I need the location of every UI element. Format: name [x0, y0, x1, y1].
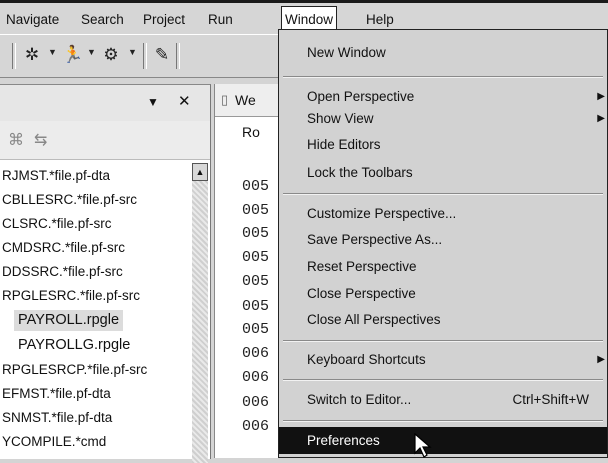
external-tools-icon[interactable]: ⚙ [101, 45, 121, 65]
column-header: Ro [242, 124, 260, 140]
run-icon[interactable]: 🏃 [62, 45, 83, 65]
toolbar: ✲ ▼ 🏃 ▼ ⚙ ▼ ✎ [0, 34, 280, 78]
menu-item-new-window[interactable]: New Window [279, 40, 607, 66]
tree-item[interactable]: CLSRC.*file.pf-src [2, 213, 112, 234]
menu-item-label: Close Perspective [307, 286, 416, 301]
mouse-cursor-icon [414, 433, 432, 458]
menu-item-label: New Window [307, 45, 386, 60]
tree-item[interactable]: PAYROLLG.rpgle [18, 335, 130, 356]
menu-item-label: Keyboard Shortcuts [307, 352, 426, 367]
line-number: 006 [242, 394, 270, 411]
line-number: 005 [242, 249, 270, 266]
menu-item-label: Customize Perspective... [307, 206, 457, 221]
toolbar-separator [12, 43, 16, 69]
tree-item[interactable]: EFMST.*file.pf-dta [2, 383, 111, 404]
menu-item-close-all-perspectives[interactable]: Close All Perspectives [279, 307, 607, 333]
file-icon: ▯ [221, 92, 229, 107]
toolbar-separator [176, 43, 180, 69]
menu-item-save-perspective-as[interactable]: Save Perspective As... [279, 227, 607, 253]
scroll-up-icon[interactable]: ▲ [192, 163, 208, 181]
link-with-editor-icon[interactable]: ⇆ [34, 130, 47, 150]
tree-item-selected[interactable]: PAYROLL.rpgle [14, 310, 124, 331]
toolbar-separator [143, 43, 147, 69]
line-number: 006 [242, 345, 270, 362]
menu-navigate[interactable]: Navigate [3, 7, 62, 33]
chevron-down-icon[interactable]: ▼ [87, 47, 96, 57]
tree-item[interactable]: CBLLESRC.*file.pf-src [2, 189, 137, 210]
menu-item-hide-editors[interactable]: Hide Editors [279, 132, 607, 158]
menu-item-customize-perspective[interactable]: Customize Perspective... [279, 201, 607, 227]
debug-icon[interactable]: ✲ [22, 45, 42, 65]
menu-separator [283, 379, 603, 381]
menu-item-label: Save Perspective As... [307, 232, 443, 247]
line-number: 006 [242, 418, 270, 435]
tree-item[interactable]: SNMST.*file.pf-dta [2, 407, 112, 428]
tree-item[interactable]: RPGLESRC.*file.pf-src [2, 285, 140, 306]
menu-item-keyboard-shortcuts[interactable]: Keyboard Shortcuts ▶ [279, 347, 607, 373]
menu-separator [283, 420, 603, 422]
vertical-scrollbar[interactable] [192, 163, 208, 463]
menu-item-switch-to-editor[interactable]: Switch to Editor... Ctrl+Shift+W [279, 387, 607, 413]
navigator-view: ▼ ✕ ⌘ ⇆ RJMST.*file.pf-dta CBLLESRC.*fil… [0, 84, 211, 463]
line-number: 005 [242, 298, 270, 315]
menu-item-label: Show View [307, 111, 374, 126]
close-icon[interactable]: ✕ [178, 92, 191, 110]
menu-item-label: Switch to Editor... [307, 392, 412, 407]
menu-separator [283, 340, 603, 342]
tree-item[interactable]: CMDSRC.*file.pf-src [2, 237, 125, 258]
line-number: 005 [242, 321, 270, 338]
view-toolbar: ⌘ ⇆ [0, 121, 210, 160]
editor-tab-label: We [235, 92, 256, 108]
view-header: ▼ ✕ [0, 85, 210, 122]
menu-item-preferences[interactable]: Preferences [279, 427, 607, 454]
menu-item-close-perspective[interactable]: Close Perspective [279, 281, 607, 307]
line-number: 005 [242, 202, 270, 219]
submenu-arrow-icon: ▶ [597, 113, 605, 124]
line-number: 005 [242, 178, 270, 195]
tree-item[interactable]: YCOMPILE.*cmd [2, 431, 106, 452]
menu-item-lock-toolbars[interactable]: Lock the Toolbars [279, 160, 607, 186]
tree-item[interactable]: RPGLESRCP.*file.pf-src [2, 359, 147, 380]
menu-item-show-view[interactable]: Show View ▶ [279, 106, 607, 132]
menu-item-label: Reset Perspective [307, 259, 417, 274]
menu-item-reset-perspective[interactable]: Reset Perspective [279, 254, 607, 280]
line-number: 005 [242, 273, 270, 290]
menu-search[interactable]: Search [78, 7, 127, 33]
window-menu: New Window Open Perspective ▶ Show View … [278, 29, 608, 458]
line-number: 006 [242, 369, 270, 386]
collapse-all-icon[interactable]: ⌘ [8, 130, 24, 150]
tree-item[interactable]: RJMST.*file.pf-dta [2, 165, 110, 186]
menu-separator [283, 76, 603, 78]
menu-item-label: Close All Perspectives [307, 312, 441, 327]
menu-item-label: Hide Editors [307, 137, 381, 152]
chevron-down-icon[interactable]: ▼ [48, 47, 57, 57]
menu-item-shortcut: Ctrl+Shift+W [512, 392, 589, 407]
menu-item-label: Preferences [307, 433, 380, 448]
menu-run[interactable]: Run [205, 7, 236, 33]
menu-separator [283, 193, 603, 195]
view-menu-icon[interactable]: ▼ [147, 95, 159, 109]
tree-item[interactable]: DDSSRC.*file.pf-src [2, 261, 123, 282]
pencil-icon[interactable]: ✎ [152, 45, 172, 65]
menu-item-label: Lock the Toolbars [307, 165, 413, 180]
line-number: 005 [242, 225, 270, 242]
menu-project[interactable]: Project [140, 7, 188, 33]
submenu-arrow-icon: ▶ [597, 354, 605, 365]
chevron-down-icon[interactable]: ▼ [128, 47, 137, 57]
